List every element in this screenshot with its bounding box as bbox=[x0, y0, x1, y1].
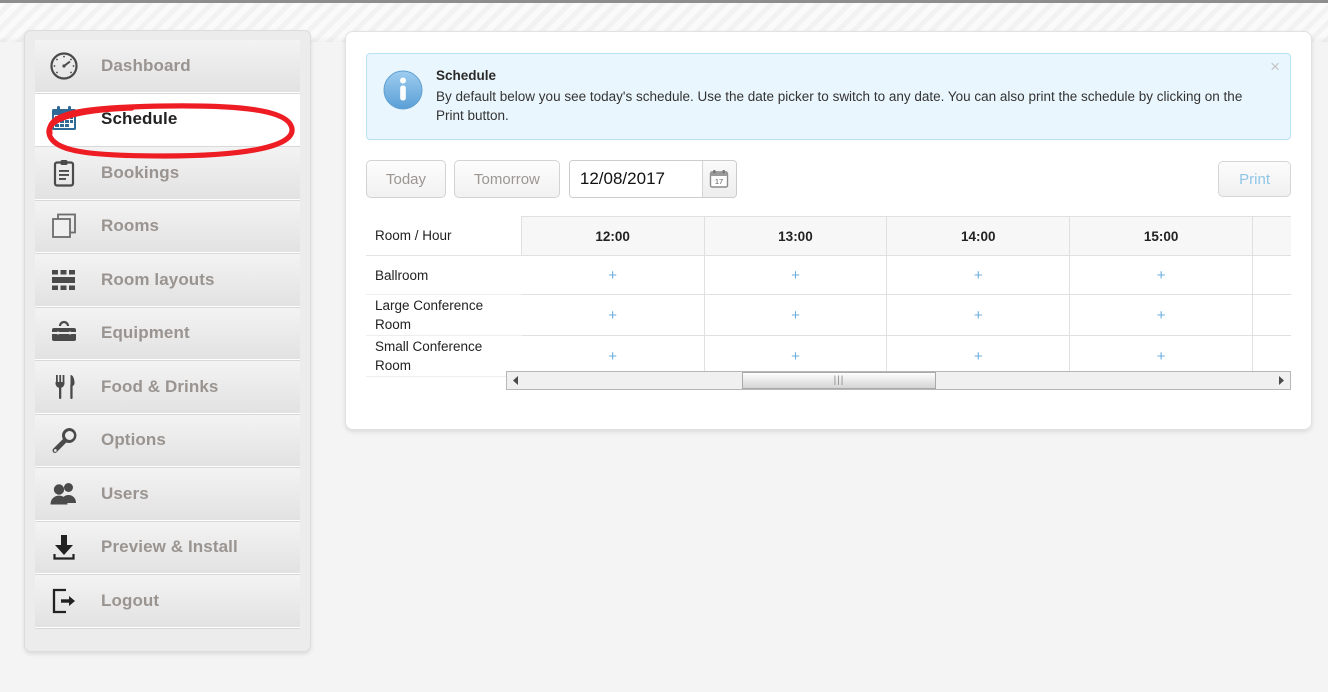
gauge-icon bbox=[41, 46, 87, 86]
add-booking-icon[interactable]: + bbox=[1157, 267, 1166, 284]
room-name-cell: Ballroom bbox=[366, 255, 522, 295]
sidebar-item-room-layouts[interactable]: Room layouts bbox=[35, 254, 300, 307]
add-booking-icon[interactable]: + bbox=[1157, 348, 1166, 365]
scrollbar-thumb[interactable]: ||| bbox=[742, 372, 936, 389]
sidebar-item-label: Rooms bbox=[101, 216, 160, 236]
tomorrow-button[interactable]: Tomorrow bbox=[454, 160, 560, 198]
alert-title: Schedule bbox=[436, 68, 497, 83]
svg-text:17: 17 bbox=[715, 177, 723, 186]
add-booking-icon[interactable]: + bbox=[608, 307, 617, 324]
pages-icon bbox=[41, 206, 87, 246]
column-header-hour: 14:00 bbox=[886, 216, 1071, 256]
scroll-right-arrow-icon[interactable] bbox=[1273, 372, 1290, 389]
sidebar: Dashboard Schedule Bookings Rooms Room l… bbox=[24, 30, 311, 652]
scrollbar-track[interactable]: ||| bbox=[524, 372, 1273, 389]
schedule-table-wrapper: Room / Hour 12:00 13:00 14:00 15:00 16:0… bbox=[366, 216, 1291, 390]
users-icon bbox=[41, 474, 87, 514]
sidebar-item-users[interactable]: Users bbox=[35, 468, 300, 521]
slot-cell[interactable]: + bbox=[1252, 294, 1291, 336]
add-booking-icon[interactable]: + bbox=[791, 348, 800, 365]
slot-cell[interactable]: + bbox=[704, 294, 888, 336]
sidebar-item-label: Bookings bbox=[101, 162, 180, 182]
schedule-toolbar: Today Tomorrow 17 Print bbox=[366, 160, 1291, 198]
slot-cell[interactable]: + bbox=[521, 294, 705, 336]
sidebar-item-bookings[interactable]: Bookings bbox=[35, 147, 300, 200]
slot-cell[interactable]: + bbox=[704, 255, 888, 295]
slot-cell[interactable]: + bbox=[886, 255, 1071, 295]
schedule-table-head: Room / Hour 12:00 13:00 14:00 15:00 16:0… bbox=[366, 216, 1291, 256]
room-name-cell: Large Conference Room bbox=[366, 294, 522, 336]
sidebar-item-label: Room layouts bbox=[101, 269, 215, 289]
slot-cell[interactable]: + bbox=[1252, 255, 1291, 295]
slot-cell[interactable]: + bbox=[886, 294, 1071, 336]
sidebar-item-label: Dashboard bbox=[101, 55, 191, 75]
column-header-hour: 16:00 bbox=[1252, 216, 1291, 256]
schedule-table-body: Ballroom + + + + + Large Conference Room… bbox=[366, 255, 1291, 377]
add-booking-icon[interactable]: + bbox=[608, 267, 617, 284]
fork-knife-icon bbox=[41, 367, 87, 407]
add-booking-icon[interactable]: + bbox=[791, 267, 800, 284]
sidebar-item-food-drinks[interactable]: Food & Drinks bbox=[35, 361, 300, 414]
sidebar-item-label: Equipment bbox=[101, 323, 190, 343]
sidebar-item-schedule[interactable]: Schedule bbox=[35, 93, 300, 147]
sidebar-item-options[interactable]: Options bbox=[35, 414, 300, 468]
slot-cell[interactable]: + bbox=[1069, 255, 1254, 295]
add-booking-icon[interactable]: + bbox=[974, 348, 983, 365]
column-header-hour: 15:00 bbox=[1069, 216, 1254, 256]
sidebar-item-label: Preview & Install bbox=[101, 537, 238, 557]
add-booking-icon[interactable]: + bbox=[791, 307, 800, 324]
sidebar-item-label: Logout bbox=[101, 590, 160, 610]
column-header-room-hour: Room / Hour bbox=[366, 216, 522, 256]
scrollbar-grip: ||| bbox=[833, 374, 845, 386]
schedule-table: Room / Hour 12:00 13:00 14:00 15:00 16:0… bbox=[366, 216, 1291, 377]
date-picker[interactable]: 17 bbox=[568, 160, 737, 198]
logout-icon bbox=[41, 581, 87, 621]
sidebar-item-rooms[interactable]: Rooms bbox=[35, 200, 300, 254]
table-row: Ballroom + + + + + bbox=[366, 255, 1291, 295]
scroll-left-arrow-icon[interactable] bbox=[507, 372, 524, 389]
app-page: Dashboard Schedule Bookings Rooms Room l… bbox=[0, 0, 1328, 692]
info-alert: Schedule By default below you see today'… bbox=[366, 53, 1291, 140]
slot-cell[interactable]: + bbox=[521, 255, 705, 295]
wrench-icon bbox=[41, 420, 87, 460]
clipboard-icon bbox=[41, 153, 87, 193]
toolbox-icon bbox=[41, 313, 87, 353]
alert-text: By default below you see today's schedul… bbox=[436, 89, 1243, 123]
add-booking-icon[interactable]: + bbox=[974, 307, 983, 324]
sidebar-item-logout[interactable]: Logout bbox=[35, 575, 300, 628]
date-input[interactable] bbox=[569, 161, 702, 197]
close-icon[interactable]: × bbox=[1270, 58, 1280, 75]
calendar-picker-icon[interactable]: 17 bbox=[701, 161, 736, 197]
info-icon bbox=[382, 67, 426, 125]
room-name-cell: Small Conference Room bbox=[366, 335, 522, 377]
sidebar-nav: Dashboard Schedule Bookings Rooms Room l… bbox=[35, 40, 300, 628]
download-icon bbox=[41, 527, 87, 567]
print-button[interactable]: Print bbox=[1218, 161, 1291, 197]
schedule-card: Schedule By default below you see today'… bbox=[345, 31, 1312, 430]
calendar-icon bbox=[41, 99, 87, 139]
sidebar-item-equipment[interactable]: Equipment bbox=[35, 307, 300, 361]
add-booking-icon[interactable]: + bbox=[608, 348, 617, 365]
sidebar-item-label: Food & Drinks bbox=[101, 376, 219, 396]
today-button[interactable]: Today bbox=[366, 160, 447, 198]
table-row: Large Conference Room + + + + + bbox=[366, 294, 1291, 336]
sidebar-item-label: Users bbox=[101, 483, 149, 503]
alert-body: Schedule By default below you see today'… bbox=[426, 67, 1275, 125]
sidebar-item-dashboard[interactable]: Dashboard bbox=[35, 40, 300, 93]
column-header-hour: 12:00 bbox=[521, 216, 705, 256]
table-header-row: Room / Hour 12:00 13:00 14:00 15:00 16:0… bbox=[366, 216, 1291, 256]
grid-blocks-icon bbox=[41, 260, 87, 300]
add-booking-icon[interactable]: + bbox=[1157, 307, 1166, 324]
column-header-hour: 13:00 bbox=[704, 216, 888, 256]
sidebar-item-preview-install[interactable]: Preview & Install bbox=[35, 521, 300, 575]
horizontal-scrollbar[interactable]: ||| bbox=[506, 371, 1291, 390]
sidebar-item-label: Options bbox=[101, 430, 166, 450]
slot-cell[interactable]: + bbox=[1069, 294, 1254, 336]
sidebar-item-label: Schedule bbox=[101, 109, 178, 129]
add-booking-icon[interactable]: + bbox=[974, 267, 983, 284]
